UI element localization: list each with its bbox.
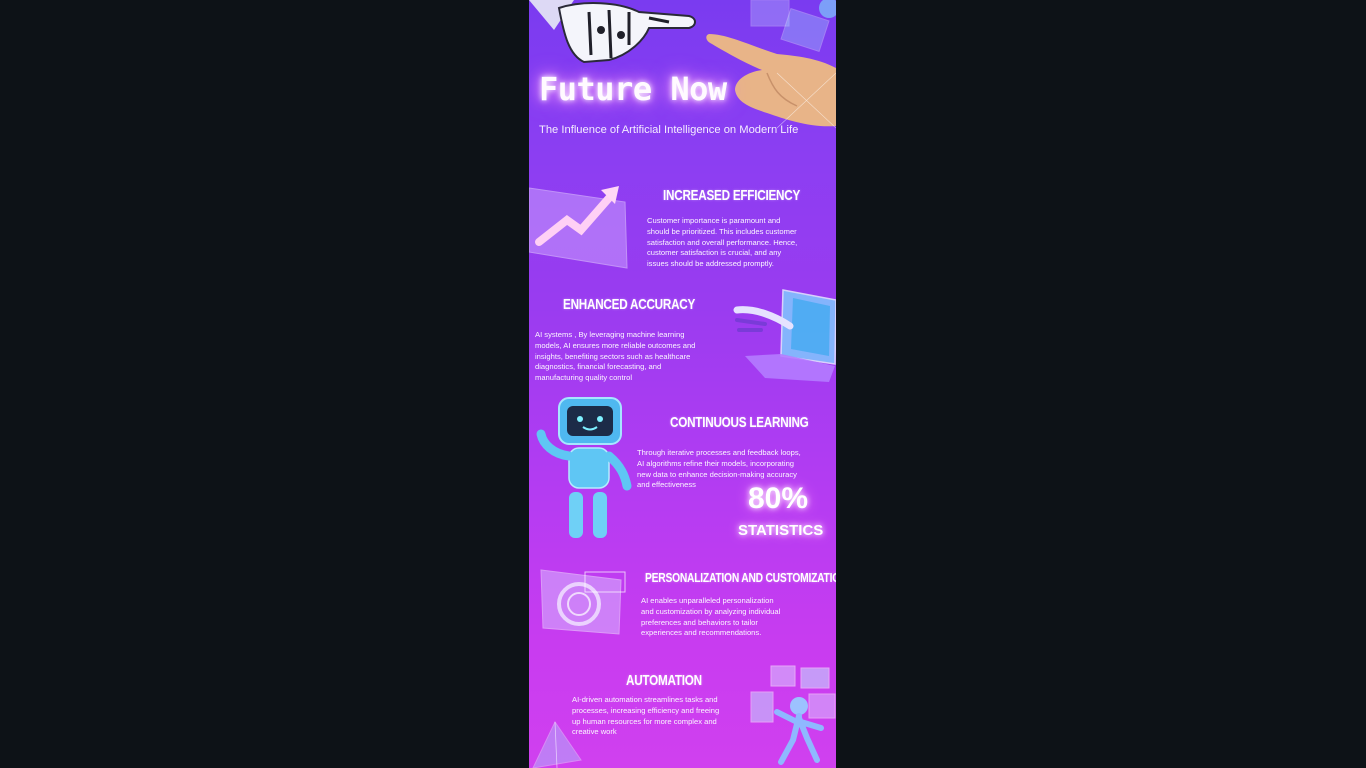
body-line: creative work (572, 727, 617, 737)
body-line: insights, benefiting sectors such as hea… (535, 351, 691, 361)
section-heading: INCREASED EFFICIENCY (663, 187, 801, 204)
body-line: diagnostics, financial forecasting, and (535, 362, 662, 372)
body-line: satisfaction and overall performance. He… (647, 237, 798, 247)
body-line: manufacturing quality control (535, 373, 633, 383)
statistic-value: 80% (748, 482, 809, 515)
robot-hologram-icon (750, 665, 836, 765)
robot-character-icon (536, 397, 632, 538)
body-line: models, AI ensures more reliable outcome… (535, 340, 696, 350)
section-body: AI-driven automation streamlines tasks a… (572, 695, 750, 738)
statistic-label: STATISTICS (738, 522, 824, 539)
poster-title: Future Now (539, 70, 727, 108)
body-line: should be prioritized. This includes cus… (647, 226, 797, 236)
robot-hand-icon (529, 0, 696, 64)
body-line: Through iterative processes and feedback… (637, 448, 801, 457)
section-heading: PERSONALIZATION AND CUSTOMIZATION (645, 570, 836, 585)
body-line: processes, increasing efficiency and fre… (572, 705, 720, 715)
body-line: AI systems , By leveraging machine learn… (535, 330, 685, 339)
growth-chart-icon (529, 186, 628, 269)
body-line: AI-driven automation streamlines tasks a… (572, 695, 718, 704)
robot-hand-laptop-icon (733, 289, 836, 382)
section-heading: AUTOMATION (626, 672, 702, 689)
body-line: new data to enhance decision-making accu… (637, 469, 797, 479)
body-line: AI algorithms refine their models, incor… (637, 458, 795, 468)
section-heading: CONTINUOUS LEARNING (670, 414, 809, 431)
body-line: up human resources for more complex and (572, 716, 717, 726)
section-heading: ENHANCED ACCURACY (563, 296, 696, 313)
section-body: AI enables unparalleled personalization … (641, 596, 821, 639)
body-line: AI enables unparalleled personalization (641, 596, 774, 605)
body-line: Customer importance is paramount and (647, 216, 781, 225)
body-line: customer satisfaction is crucial, and an… (647, 248, 782, 258)
glass-pyramid-icon (532, 721, 582, 768)
infographic-poster: Future Now The Influence of Artificial I… (529, 0, 836, 768)
section-body: AI systems , By leveraging machine learn… (535, 330, 735, 384)
hologram-screen-icon (540, 569, 626, 635)
body-line: issues should be addressed promptly. (647, 259, 774, 269)
body-line: preferences and behaviors to tailor (641, 617, 758, 627)
body-line: experiences and recommendations. (641, 628, 762, 638)
poster-subtitle: The Influence of Artificial Intelligence… (539, 124, 799, 136)
body-line: and customization by analyzing individua… (641, 606, 781, 616)
section-body: Customer importance is paramount and sho… (647, 216, 832, 270)
image-viewer: Future Now The Influence of Artificial I… (0, 0, 1366, 768)
